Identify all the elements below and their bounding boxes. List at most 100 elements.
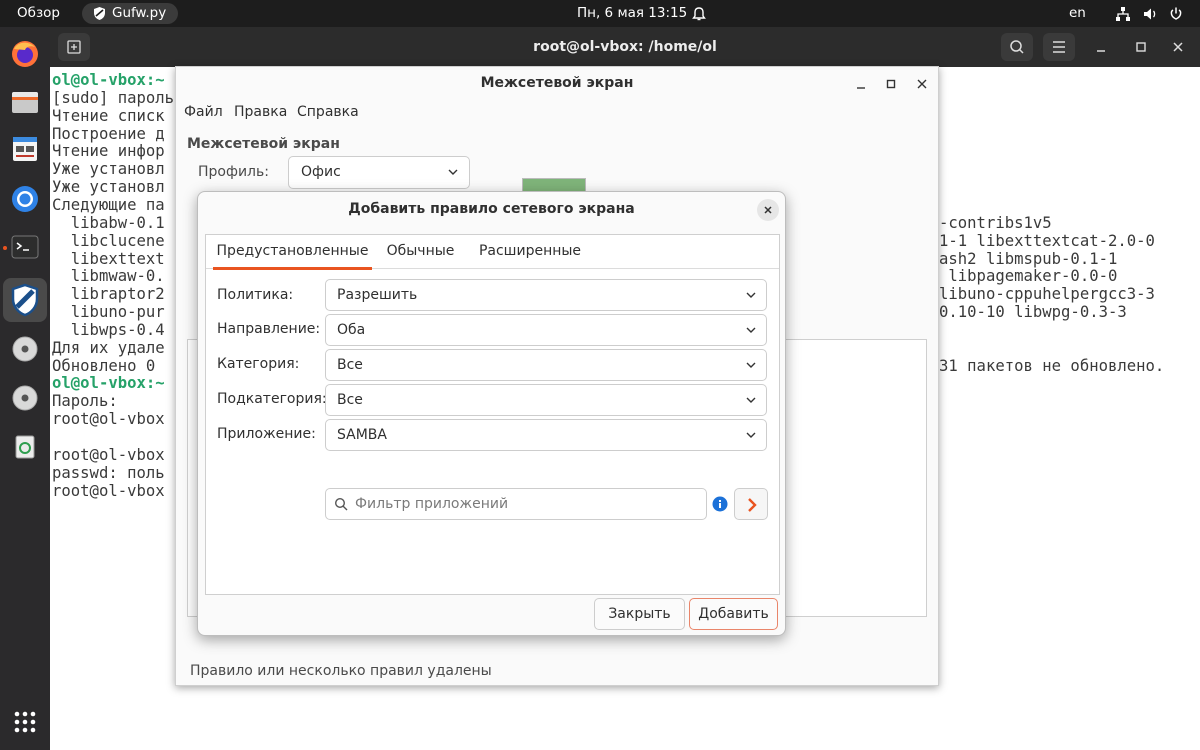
terminal-line: libmwaw-0. [52,267,176,285]
terminal-line-text: passwd: поль [52,463,165,482]
app-name: Gufw.py [112,5,167,21]
terminal-line-text: ash2 libmspub-0.1-1 [939,249,1118,268]
clock[interactable]: Пн, 6 мая 13:15 [577,0,687,27]
profile-select[interactable]: Офис [288,156,470,189]
category-label: Категория: [217,356,300,372]
terminal-line: ol@ol-vbox:~ [52,374,176,392]
menu-help[interactable]: Справка [297,104,359,120]
terminal-line-text: -contribs1v5 [939,213,1052,232]
text-editor-icon[interactable] [8,132,42,166]
app-grid-icon[interactable] [8,705,42,739]
application-value: SAMBA [337,427,387,443]
files-icon[interactable] [8,85,42,119]
direction-label: Направление: [217,321,321,337]
maximize-button[interactable] [1125,33,1157,61]
policy-label: Политика: [217,287,294,303]
terminal-line-text: [sudo] пароль [52,88,175,107]
terminal-line: libuno-pur [52,303,176,321]
chevron-down-icon [448,169,458,175]
volume-icon[interactable] [1141,5,1159,23]
running-indicator [3,246,7,250]
terminal-line-text: Обновлено 0 [52,356,156,375]
tab-advanced[interactable]: Расширенные [471,235,589,269]
tab-preconfigured[interactable]: Предустановленные [213,235,372,270]
terminal-line-text: Уже установл [52,160,165,179]
terminal-line: Обновлено 0 [52,357,176,375]
terminal-line: Для их удале [52,339,176,357]
menu-edit[interactable]: Правка [234,104,287,120]
close-button[interactable] [1162,33,1194,61]
terminal-line-text: Чтение инфор [52,142,165,161]
tab-simple[interactable]: Обычные [379,235,462,269]
terminal-line: [sudo] пароль [52,89,176,107]
application-select[interactable]: SAMBA [325,419,767,451]
application-filter-input[interactable]: Фильтр приложений [325,488,707,520]
terminal-line: Построение д [52,125,176,143]
chevron-down-icon [746,327,756,333]
direction-select[interactable]: Оба [325,314,767,346]
terminal-icon[interactable] [8,230,42,264]
close-icon[interactable] [912,74,932,94]
chromium-icon[interactable] [8,182,42,216]
terminal-line-text: libclucene [52,231,165,250]
info-icon[interactable] [712,496,728,512]
firefox-icon[interactable] [8,37,42,71]
section-heading: Межсетевой экран [187,136,340,152]
terminal-line: libexttext [52,250,176,268]
minimize-icon [1097,50,1105,52]
add-rule-dialog[interactable]: Добавить правило сетевого экрана Предуст… [197,191,786,636]
terminal-line: Чтение списк [52,107,176,125]
terminal-line-text: root@ol-vbox [52,410,165,429]
gufw-icon[interactable] [3,278,47,322]
close-button[interactable]: Закрыть [594,598,685,630]
terminal-line: root@ol-vbox [52,410,176,428]
gufw-app-icon [94,7,105,20]
policy-value: Разрешить [337,287,418,303]
terminal-line-text: libuno-cppuhelpergcc3-3 [939,285,1155,304]
dialog-close-button[interactable] [757,199,779,221]
close-icon [1173,42,1183,52]
maximize-icon[interactable] [881,74,901,94]
shell-prompt: ol@ol-vbox:~ [52,374,165,393]
terminal-line-text: libmwaw-0. [52,267,165,286]
close-icon [764,206,772,214]
direction-value: Оба [337,322,366,338]
activities-button[interactable]: Обзор [17,0,60,27]
terminal-line-text: Чтение списк [52,106,165,125]
disc-icon[interactable] [8,332,42,366]
terminal-line-text: libabw-0.1 [52,213,165,232]
menu-button[interactable] [1043,33,1075,61]
minimize-button[interactable] [1085,33,1117,61]
category-select[interactable]: Все [325,349,767,381]
terminal-line-text: libwps-0.4 [52,320,165,339]
go-to-app-button[interactable] [734,488,768,520]
search-button[interactable] [1001,33,1033,61]
network-icon[interactable] [1114,5,1132,23]
terminal-line: Уже установл [52,160,176,178]
subcategory-value: Все [337,392,363,408]
app-menu-button[interactable]: Gufw.py [82,3,178,24]
chevron-down-icon [746,397,756,403]
terminal-line-text: libraptor2 [52,285,165,304]
minimize-icon[interactable] [851,74,871,94]
power-icon[interactable] [1167,5,1185,23]
subcategory-select[interactable]: Все [325,384,767,416]
chevron-right-icon [748,498,757,512]
profile-label: Профиль: [198,164,269,180]
add-button[interactable]: Добавить [689,598,778,630]
hamburger-icon [1053,41,1065,53]
keyboard-layout[interactable]: en [1069,0,1086,27]
terminal-line: libclucene [52,232,176,250]
terminal-line-text: 0.10-10 libwpg-0.3-3 [939,303,1127,322]
disc-icon[interactable] [8,381,42,415]
menu-file[interactable]: Файл [184,104,223,120]
terminal-headerbar: root@ol-vbox: /home/ol [50,27,1200,67]
application-label: Приложение: [217,426,316,442]
terminal-line-text: Следующие па [52,195,165,214]
trash-icon[interactable] [8,429,42,463]
bell-icon[interactable] [690,5,708,23]
top-bar: Обзор Gufw.py Пн, 6 мая 13:15 en [0,0,1200,27]
terminal-line: Следующие па [52,196,176,214]
policy-select[interactable]: Разрешить [325,279,767,311]
terminal-line-text: 31 пакетов не обновлено. [939,356,1165,375]
